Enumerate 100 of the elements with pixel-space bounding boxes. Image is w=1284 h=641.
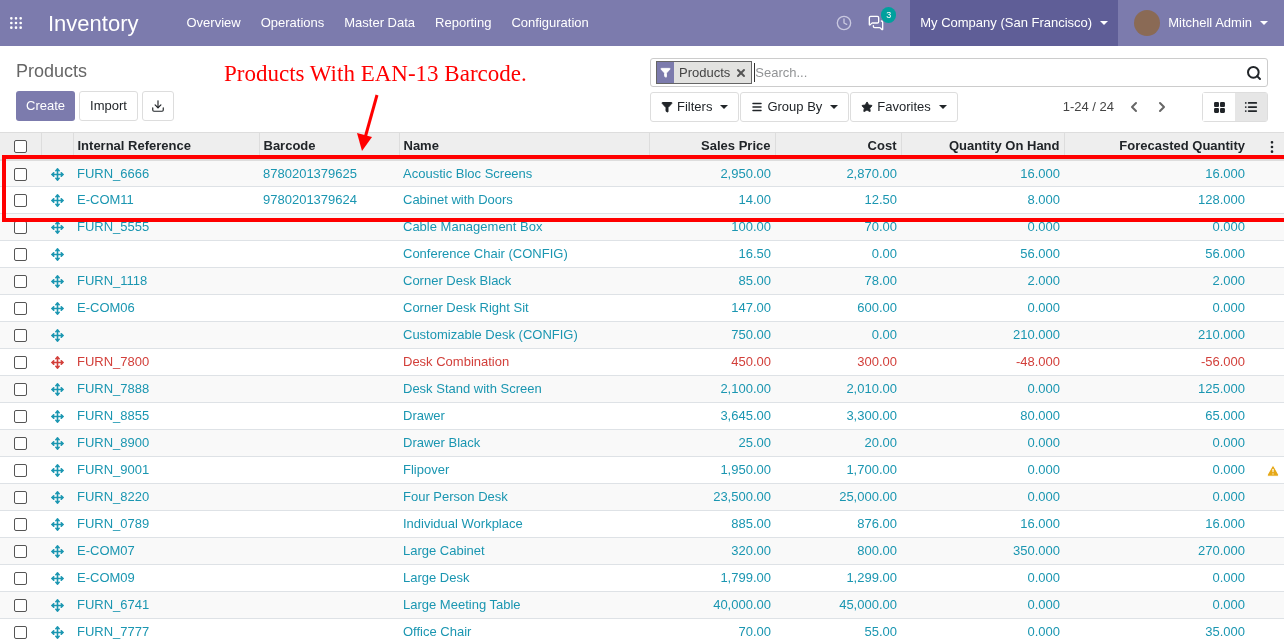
drag-handle-icon[interactable] (50, 302, 64, 316)
row-checkbox[interactable] (14, 410, 27, 424)
remove-icon[interactable] (735, 66, 748, 79)
row-checkbox[interactable] (14, 545, 27, 559)
table-cell: Desk Combination (403, 354, 510, 370)
drag-handle-icon[interactable] (50, 194, 64, 208)
search-input[interactable]: Search... (754, 62, 1246, 83)
messages-icon[interactable] (868, 15, 885, 31)
apps-menu-icon[interactable] (8, 15, 24, 31)
filter-facet[interactable]: Products (656, 61, 753, 84)
table-cell: 70.00 (864, 219, 897, 235)
column-header[interactable]: Internal Reference (73, 132, 259, 160)
column-header[interactable]: Cost (775, 132, 901, 160)
row-checkbox[interactable] (14, 437, 27, 451)
row-checkbox[interactable] (14, 599, 27, 613)
filter-dropdown[interactable]: Group By (740, 92, 850, 122)
list-view-button[interactable] (1235, 93, 1267, 121)
table-cell: 2.000 (1212, 273, 1245, 289)
row-checkbox[interactable] (14, 572, 27, 586)
table-cell: FURN_8900 (77, 435, 150, 451)
row-checkbox[interactable] (14, 518, 27, 532)
table-cell: Cable Management Box (403, 219, 543, 235)
drag-handle-icon[interactable] (50, 437, 64, 451)
column-header[interactable]: Sales Price (649, 132, 775, 160)
row-checkbox[interactable] (14, 356, 27, 370)
menu-item[interactable]: Reporting (435, 13, 492, 33)
table-cell: 1,950.00 (720, 462, 771, 478)
menu-item[interactable]: Configuration (511, 13, 589, 33)
table-cell: 0.000 (1212, 219, 1245, 235)
drag-handle-icon[interactable] (50, 599, 64, 613)
column-header[interactable]: Quantity On Hand (901, 132, 1064, 160)
company-switcher[interactable]: My Company (San Francisco) (910, 0, 1119, 46)
table-cell: 147.00 (731, 300, 771, 316)
row-checkbox[interactable] (14, 383, 27, 397)
table-cell: 210.000 (1013, 327, 1060, 343)
drag-handle-icon[interactable] (50, 356, 64, 370)
table-cell: Large Cabinet (403, 543, 485, 559)
filter-dropdown[interactable]: Favorites (850, 92, 958, 122)
row-checkbox[interactable] (14, 248, 27, 262)
table-cell: -56.000 (1200, 354, 1245, 370)
table-cell: FURN_7800 (77, 354, 150, 370)
menu-item[interactable]: Operations (260, 13, 325, 33)
table-cell: 8780201379625 (263, 165, 357, 181)
row-checkbox[interactable] (14, 329, 27, 343)
menu-item[interactable]: Master Data (344, 13, 416, 33)
search-icon[interactable] (1246, 64, 1262, 81)
drag-handle-icon[interactable] (50, 275, 64, 289)
annotation-text: Products With EAN-13 Barcode. (224, 60, 527, 88)
table-cell: 8.000 (1027, 192, 1060, 208)
row-checkbox[interactable] (14, 194, 27, 208)
row-checkbox[interactable] (14, 491, 27, 505)
table-cell: E-COM07 (77, 543, 135, 559)
drag-handle-icon[interactable] (50, 167, 64, 181)
table-cell: 885.00 (731, 516, 771, 532)
drag-handle-icon[interactable] (50, 518, 64, 532)
message-count-badge: 3 (881, 7, 897, 23)
table-cell: 600.00 (857, 300, 897, 316)
table-cell: Office Chair (403, 624, 472, 640)
row-checkbox[interactable] (14, 302, 27, 316)
table-cell: 0.000 (1212, 300, 1245, 316)
filter-dropdown[interactable]: Filters (650, 92, 740, 122)
table-cell: Customizable Desk (CONFIG) (403, 327, 578, 343)
table-cell: 16.50 (738, 246, 771, 262)
drag-handle-icon[interactable] (50, 491, 64, 505)
search-field[interactable]: Products Search... (650, 58, 1268, 87)
table-cell: E-COM11 (77, 192, 134, 208)
drag-handle-icon[interactable] (50, 545, 64, 559)
table-cell: Large Meeting Table (403, 597, 521, 613)
drag-handle-icon[interactable] (50, 329, 64, 343)
table-cell: 0.000 (1212, 435, 1245, 451)
drag-handle-icon[interactable] (50, 383, 64, 397)
table-cell: 0.000 (1027, 570, 1060, 586)
drag-handle-icon[interactable] (50, 626, 64, 640)
import-button[interactable]: Import (79, 91, 138, 121)
column-header[interactable]: Name (399, 132, 649, 160)
drag-handle-icon[interactable] (50, 248, 64, 262)
row-checkbox[interactable] (13, 140, 27, 154)
row-checkbox[interactable] (14, 275, 27, 289)
app-title[interactable]: Inventory (48, 6, 139, 40)
row-checkbox[interactable] (14, 626, 27, 640)
table-cell: 100.00 (731, 219, 771, 235)
drag-handle-icon[interactable] (50, 221, 64, 235)
table-cell: 0.000 (1027, 435, 1060, 451)
create-button[interactable]: Create (16, 91, 76, 121)
caret-icon (938, 105, 947, 109)
table-cell: FURN_7777 (77, 624, 150, 640)
menu-item[interactable]: Overview (186, 13, 241, 33)
star-icon (861, 101, 874, 113)
table-cell: 56.000 (1020, 246, 1060, 262)
table-cell: Four Person Desk (403, 489, 508, 505)
row-checkbox[interactable] (14, 464, 27, 478)
user-menu[interactable]: Mitchell Admin (1118, 0, 1284, 46)
drag-handle-icon[interactable] (50, 410, 64, 424)
drag-handle-icon[interactable] (50, 572, 64, 586)
filter-icon (660, 67, 671, 78)
table-cell: 0.000 (1027, 462, 1060, 478)
row-checkbox[interactable] (14, 167, 27, 181)
drag-handle-icon[interactable] (50, 464, 64, 478)
download-button[interactable] (141, 91, 174, 121)
table-cell: 25.00 (738, 435, 771, 451)
